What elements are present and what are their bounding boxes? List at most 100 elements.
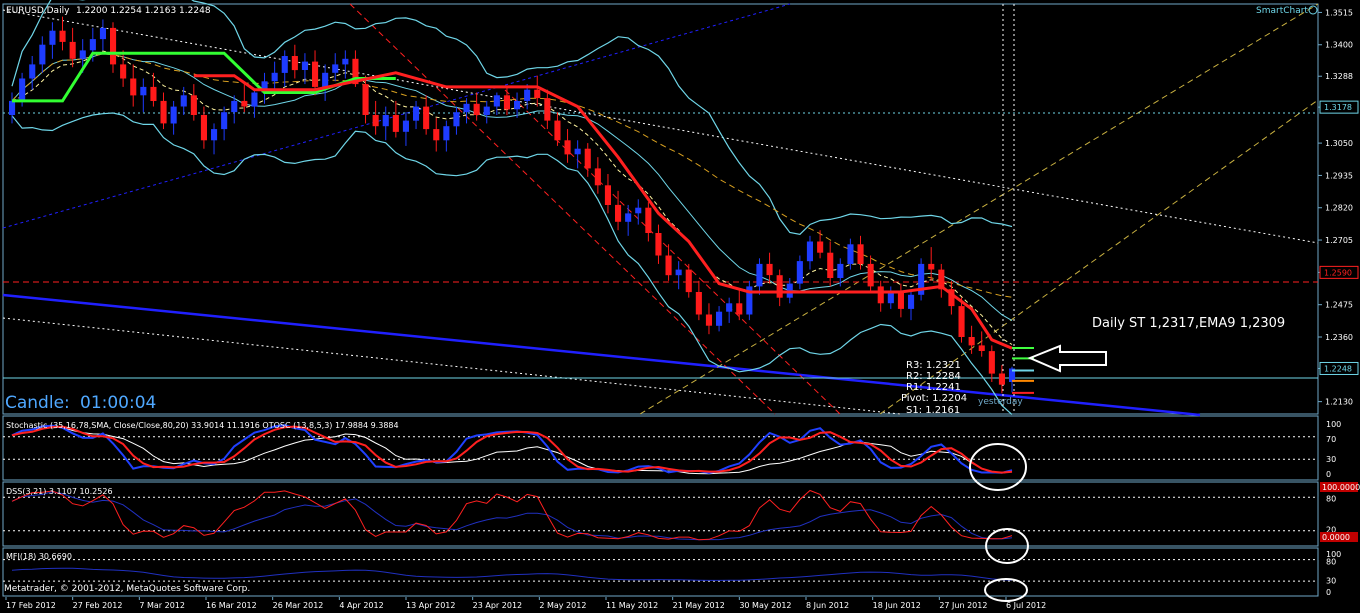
x-tick-label: 16 Mar 2012 [206,601,257,610]
candle [99,19,106,51]
candle [221,106,228,141]
price-label: 1.2590 [1324,268,1352,277]
candle [746,280,753,321]
candle [695,280,702,321]
candle [372,100,379,135]
candle-body [69,41,76,59]
candle-body [716,311,723,326]
dss-tick: 80 [1326,494,1336,503]
candle-body [695,292,702,315]
candle [271,61,278,93]
candle-body [827,252,834,278]
candle-body [968,337,975,346]
candle [382,106,389,141]
dss-red-line [11,489,1013,541]
candle [988,345,995,382]
candle [180,86,187,116]
candle [887,286,894,309]
candle [918,258,925,301]
candles [9,16,1016,394]
candle [817,230,824,259]
pivot-r3: R3: 1.2321 [906,360,961,371]
candle-body [251,92,258,107]
candle [685,263,692,298]
x-tick-label: 17 Feb 2012 [6,601,56,610]
indicator-lines [3,424,1318,582]
candle-body [9,100,16,115]
candle-body [241,100,248,107]
stoch-d-line [11,425,1013,474]
price-chart[interactable]: 1.3515 1.3400 1.3288 1.3178 1.3050 1.2935 1.28… [0,0,1360,613]
candle-body [655,233,662,256]
candle-body [291,56,298,71]
candle-body [402,120,409,132]
mfi-line [11,567,1013,581]
candle-body [564,140,571,155]
dss-badge: 0.0000 [1322,533,1350,542]
smartchart-label[interactable]: SmartChart [1256,6,1308,16]
candle [928,247,935,281]
candle-body [503,95,510,110]
candle [423,95,430,135]
candle-body [534,89,541,99]
candle-body [59,30,66,42]
x-tick-label: 8 Jun 2012 [806,601,849,610]
y-tick-label: 1.2475 [1325,301,1353,310]
candle-body [958,306,965,337]
stoch-tick: 100 [1326,420,1341,429]
candle-body [180,95,187,107]
candle [655,224,662,264]
candle-body [200,115,207,141]
smartchart-icon[interactable] [1308,5,1318,15]
x-tick-label: 18 Jun 2012 [873,601,921,610]
y-tick-label: 1.2130 [1325,398,1353,407]
stoch-tick: 70 [1326,435,1336,444]
candle [675,261,682,290]
candle-body [332,64,339,73]
candle-body [463,103,470,113]
candle [402,112,409,146]
candle-body [120,64,127,79]
candle-body [998,373,1005,385]
candle [978,331,985,357]
white-arrow-icon [1027,344,1107,373]
mfi-tick: 30 [1326,577,1336,586]
candle-body [806,241,813,262]
pivot-main: Pivot: 1.2204 [901,393,967,404]
candle [564,129,571,163]
candle-body [574,148,581,155]
candle [59,16,66,51]
candle-body [867,263,874,287]
candle-body [665,255,672,276]
candle [200,106,207,149]
candle [493,92,500,116]
candle-body [766,263,773,276]
y-tick-label: 1.2935 [1325,171,1353,180]
candle [291,44,298,79]
candle-body [231,100,238,113]
candle-body [847,244,854,264]
candle-body [514,100,521,110]
candle-body [372,115,379,127]
candle [574,140,581,169]
candle-body [170,106,177,124]
mfi-tick: 80 [1326,558,1336,567]
candle [867,255,874,293]
stoch-label: Stochastic (35,16,78,SMA, Close/Close,80… [6,421,399,430]
x-tick-label: 26 Mar 2012 [273,601,324,610]
candle [39,36,46,73]
candle-body [423,106,430,130]
candle-body [897,292,904,309]
candle-body [342,58,349,65]
candle-body [392,115,399,132]
candle [594,157,601,194]
candle [140,78,147,113]
mfi-tick: 0 [1326,588,1331,597]
candle-body [524,89,531,101]
candle [776,269,783,307]
candle [150,72,157,107]
candle [827,241,834,287]
candle [635,199,642,225]
candle-body [685,269,692,293]
candle-body [817,241,824,253]
